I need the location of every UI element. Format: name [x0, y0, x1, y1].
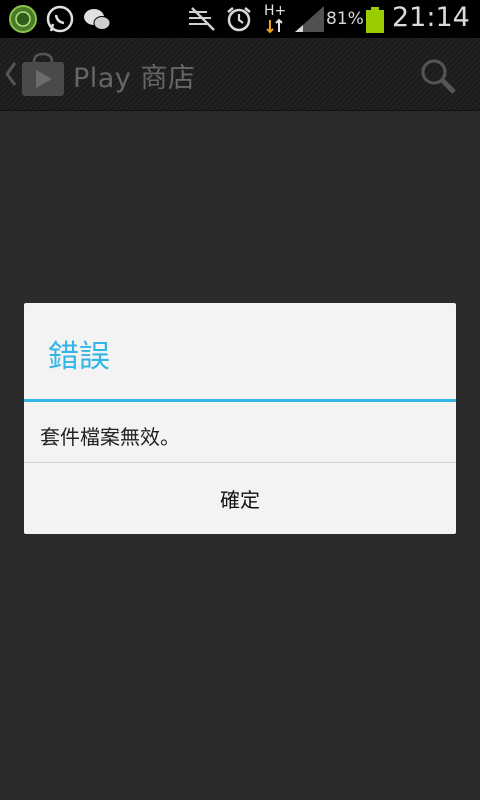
play-store-icon[interactable] [18, 50, 68, 100]
dialog-message: 套件檔案無效。 [40, 425, 180, 449]
title-divider [24, 399, 456, 402]
security-shield-icon [9, 5, 37, 33]
up-navigation-icon[interactable] [4, 60, 18, 88]
network-type-label: H+ [264, 3, 287, 19]
wechat-icon [84, 9, 111, 30]
clock: 21:14 [392, 2, 470, 33]
error-dialog: 錯誤 套件檔案無效。 確定 [24, 303, 456, 534]
search-icon[interactable] [418, 56, 458, 96]
battery-icon [366, 7, 384, 33]
dialog-title: 錯誤 [48, 339, 110, 375]
page-title: Play 商店 [73, 63, 196, 94]
action-bar: Play 商店 [0, 38, 480, 110]
status-bar: H+ 81% 21:14 [0, 0, 480, 38]
no-signal-sync-icon [189, 7, 215, 31]
network-data-icon [266, 18, 283, 34]
alarm-clock-icon [227, 7, 251, 32]
signal-strength-icon [295, 6, 324, 32]
confirm-button[interactable]: 確定 [24, 463, 456, 534]
battery-percent: 81% [326, 9, 364, 29]
whatsapp-icon [46, 5, 74, 33]
